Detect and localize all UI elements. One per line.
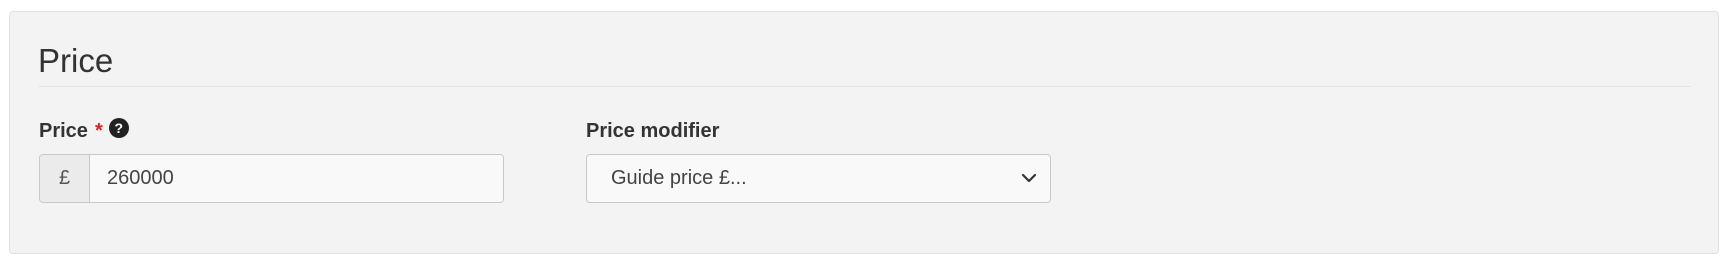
price-panel: Price Price * ? £ Price modifier Guide p…	[9, 11, 1719, 254]
required-marker: *	[94, 120, 103, 142]
price-modifier-select[interactable]: Guide price £...	[586, 154, 1051, 203]
price-input-group: £	[39, 154, 504, 203]
price-label-text: Price	[39, 120, 88, 142]
question-circle-icon[interactable]: ?	[108, 118, 129, 138]
section-divider	[38, 86, 1691, 87]
chevron-down-icon	[1021, 173, 1037, 183]
price-modifier-selected-value: Guide price £...	[611, 167, 747, 189]
price-label: Price * ?	[39, 118, 129, 142]
price-input[interactable]	[90, 155, 503, 202]
section-title: Price	[38, 42, 114, 79]
price-modifier-label: Price modifier	[586, 120, 720, 142]
currency-addon: £	[40, 155, 90, 202]
